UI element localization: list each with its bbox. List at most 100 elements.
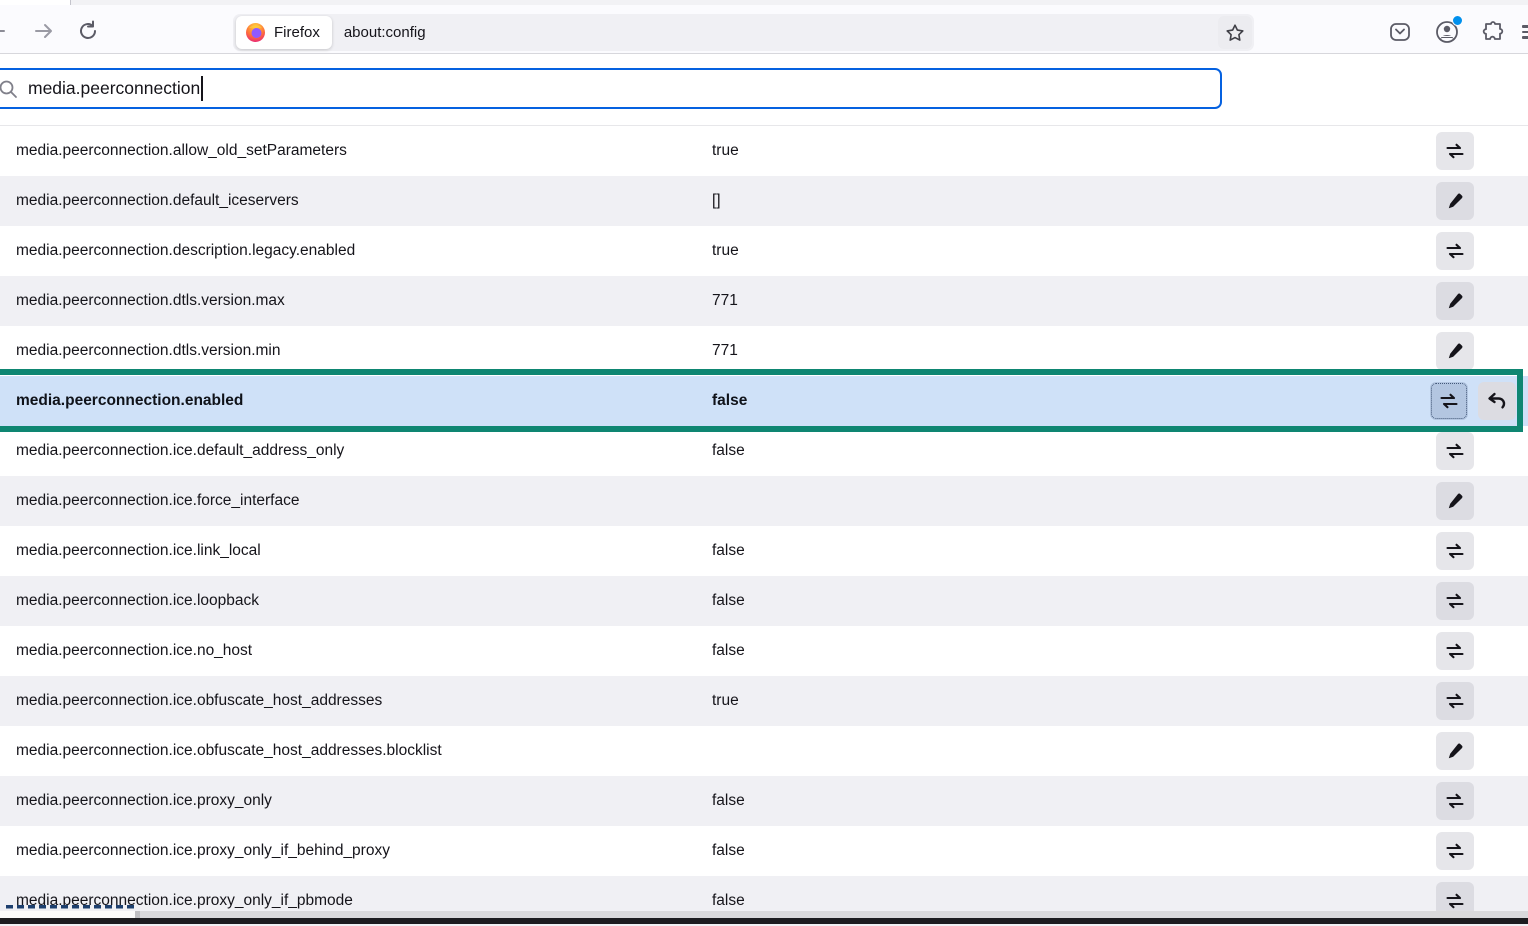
pref-value: [] <box>712 192 721 210</box>
toggle-arrows-icon <box>1444 690 1466 712</box>
edit-pref-button[interactable] <box>1436 182 1474 220</box>
url-bar[interactable]: Firefox about:config <box>233 14 1254 51</box>
toggle-pref-button[interactable] <box>1436 432 1474 470</box>
extensions-puzzle-icon[interactable] <box>1478 17 1508 47</box>
search-icon <box>0 79 18 99</box>
edit-pref-button[interactable] <box>1436 332 1474 370</box>
edit-pencil-icon <box>1445 191 1465 211</box>
pref-row[interactable]: media.peerconnection.ice.obfuscate_host_… <box>0 726 1528 776</box>
reload-icon[interactable] <box>75 18 101 44</box>
pref-row[interactable]: media.peerconnection.ice.force_interface <box>0 476 1528 526</box>
menu-icon[interactable] <box>1522 22 1528 44</box>
prefs-table: media.peerconnection.allow_old_setParame… <box>0 126 1528 926</box>
pref-row[interactable]: media.peerconnection.dtls.version.max 77… <box>0 276 1528 326</box>
back-icon[interactable] <box>0 18 10 44</box>
revert-pref-button[interactable] <box>1478 382 1516 420</box>
account-notification-dot <box>1452 15 1463 26</box>
pref-value: false <box>712 642 745 660</box>
pref-row[interactable]: media.peerconnection.ice.proxy_only_if_b… <box>0 826 1528 876</box>
toggle-pref-button[interactable] <box>1436 582 1474 620</box>
toggle-arrows-icon <box>1444 640 1466 662</box>
pref-value: false <box>712 892 745 910</box>
toggle-arrows-icon <box>1444 140 1466 162</box>
toggle-arrows-icon <box>1444 890 1466 912</box>
toggle-arrows-icon <box>1444 440 1466 462</box>
pref-name: media.peerconnection.dtls.version.max <box>16 292 285 310</box>
pref-name: media.peerconnection.ice.proxy_only <box>16 792 272 810</box>
pref-name: media.peerconnection.description.legacy.… <box>16 242 355 260</box>
taskbar-edge <box>0 918 1528 924</box>
toggle-arrows-icon <box>1438 390 1460 412</box>
edit-pref-button[interactable] <box>1436 482 1474 520</box>
toggle-pref-button[interactable] <box>1430 382 1468 420</box>
undo-arrow-icon <box>1485 389 1509 413</box>
pref-row[interactable]: media.peerconnection.ice.default_address… <box>0 426 1528 476</box>
firefox-logo-icon <box>245 22 266 43</box>
pref-value: true <box>712 142 739 160</box>
pref-name: media.peerconnection.ice.force_interface <box>16 492 299 510</box>
pref-row[interactable]: media.peerconnection.enabled false <box>0 376 1528 426</box>
pref-row[interactable]: media.peerconnection.ice.proxy_only fals… <box>0 776 1528 826</box>
pocket-icon[interactable] <box>1385 17 1415 47</box>
pref-name: media.peerconnection.ice.default_address… <box>16 442 344 460</box>
pref-name: media.peerconnection.ice.link_local <box>16 542 261 560</box>
pref-value: true <box>712 692 739 710</box>
edit-pencil-icon <box>1445 291 1465 311</box>
pref-value: false <box>712 442 745 460</box>
toggle-arrows-icon <box>1444 790 1466 812</box>
pref-row[interactable]: media.peerconnection.dtls.version.min 77… <box>0 326 1528 376</box>
navigation-toolbar: Firefox about:config <box>0 5 1528 54</box>
pref-name: media.peerconnection.ice.no_host <box>16 642 252 660</box>
pref-name: media.peerconnection.enabled <box>16 392 243 410</box>
config-search-section: media.peerconnection Show only modified … <box>0 54 1528 126</box>
edit-pref-button[interactable] <box>1436 282 1474 320</box>
pref-value: false <box>712 392 747 410</box>
pref-name: media.peerconnection.ice.obfuscate_host_… <box>16 692 382 710</box>
toggle-pref-button[interactable] <box>1436 782 1474 820</box>
forward-icon[interactable] <box>30 18 56 44</box>
edit-pencil-icon <box>1445 491 1465 511</box>
chip-label: Firefox <box>274 24 320 41</box>
pref-name: media.peerconnection.default_iceservers <box>16 192 299 210</box>
url-text[interactable]: about:config <box>344 24 1218 41</box>
pref-row[interactable]: media.peerconnection.default_iceservers … <box>0 176 1528 226</box>
pref-value: false <box>712 792 745 810</box>
pref-row[interactable]: media.peerconnection.ice.no_host false <box>0 626 1528 676</box>
pref-row[interactable]: media.peerconnection.description.legacy.… <box>0 226 1528 276</box>
pref-row[interactable]: media.peerconnection.ice.loopback false <box>0 576 1528 626</box>
pref-row[interactable]: media.peerconnection.ice.obfuscate_host_… <box>0 676 1528 726</box>
search-input[interactable]: media.peerconnection <box>0 68 1222 109</box>
pref-row[interactable]: media.peerconnection.allow_old_setParame… <box>0 126 1528 176</box>
search-query-text[interactable]: media.peerconnection <box>28 78 200 99</box>
pref-name: media.peerconnection.ice.loopback <box>16 592 259 610</box>
pref-value: false <box>712 592 745 610</box>
pref-value: 771 <box>712 292 738 310</box>
toggle-pref-button[interactable] <box>1436 532 1474 570</box>
account-icon[interactable] <box>1432 17 1462 47</box>
toggle-pref-button[interactable] <box>1436 682 1474 720</box>
toggle-arrows-icon <box>1444 590 1466 612</box>
edit-pencil-icon <box>1445 741 1465 761</box>
toggle-pref-button[interactable] <box>1436 232 1474 270</box>
toggle-arrows-icon <box>1444 240 1466 262</box>
toggle-arrows-icon <box>1444 540 1466 562</box>
bookmark-star-icon[interactable] <box>1218 16 1252 49</box>
edit-pencil-icon <box>1445 341 1465 361</box>
pref-name: media.peerconnection.ice.proxy_only_if_b… <box>16 842 390 860</box>
pref-name: media.peerconnection.dtls.version.min <box>16 342 281 360</box>
toggle-pref-button[interactable] <box>1436 632 1474 670</box>
identity-chip[interactable]: Firefox <box>236 16 332 49</box>
pref-value: true <box>712 242 739 260</box>
toggle-pref-button[interactable] <box>1436 832 1474 870</box>
edit-pref-button[interactable] <box>1436 732 1474 770</box>
pref-value: false <box>712 542 745 560</box>
pref-value: false <box>712 842 745 860</box>
pref-name: media.peerconnection.allow_old_setParame… <box>16 142 347 160</box>
pref-name: media.peerconnection.ice.obfuscate_host_… <box>16 742 442 760</box>
horizontal-scrollbar[interactable] <box>0 911 1528 918</box>
pref-value: 771 <box>712 342 738 360</box>
pref-row[interactable]: media.peerconnection.ice.link_local fals… <box>0 526 1528 576</box>
toggle-arrows-icon <box>1444 840 1466 862</box>
toggle-pref-button[interactable] <box>1436 132 1474 170</box>
text-caret <box>201 76 203 101</box>
